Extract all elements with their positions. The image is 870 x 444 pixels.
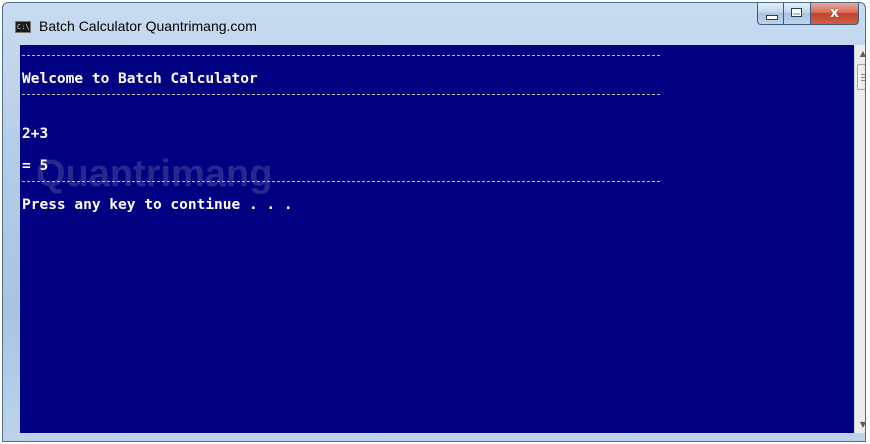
grip-line <box>861 77 865 78</box>
dashed-rule <box>22 94 660 95</box>
console-separator <box>22 94 660 110</box>
console-separator <box>22 55 660 71</box>
console-line: Welcome to Batch Calculator <box>22 71 258 87</box>
scrollbar-thumb[interactable] <box>857 64 865 90</box>
title-bar[interactable]: C:\ Batch Calculator Quantrimang.com x <box>3 3 865 43</box>
console-separator <box>22 181 660 197</box>
console-line: 2+3 <box>22 126 49 142</box>
dashed-rule <box>22 181 660 182</box>
console-line: Press any key to continue . . . <box>22 197 293 213</box>
console-window: C:\ Batch Calculator Quantrimang.com x W… <box>2 2 866 442</box>
close-icon: x <box>829 5 840 21</box>
maximize-button[interactable] <box>784 3 811 25</box>
dashed-rule <box>22 55 660 56</box>
command-prompt-icon[interactable]: C:\ <box>15 21 31 33</box>
close-button[interactable]: x <box>811 3 859 25</box>
minimize-icon <box>766 15 778 20</box>
console-blank-line <box>22 142 660 158</box>
console-output[interactable]: Welcome to Batch Calculator 2+3 = 5 Press a… <box>20 45 854 433</box>
maximize-icon <box>791 8 802 17</box>
grip-line <box>861 74 865 75</box>
minimize-button[interactable] <box>757 3 784 25</box>
scroll-down-arrow-icon[interactable]: ▼ <box>855 416 865 433</box>
console-line: = 5 <box>22 158 49 174</box>
console-blank-line <box>22 110 660 126</box>
vertical-scrollbar[interactable]: ▲ ▼ <box>854 45 865 433</box>
grip-line <box>861 80 865 81</box>
console-lines: Welcome to Batch Calculator 2+3 = 5 Press a… <box>22 48 660 213</box>
window-title: Batch Calculator Quantrimang.com <box>39 18 257 34</box>
window-controls: x <box>757 3 859 25</box>
scroll-up-arrow-icon[interactable]: ▲ <box>855 45 865 62</box>
